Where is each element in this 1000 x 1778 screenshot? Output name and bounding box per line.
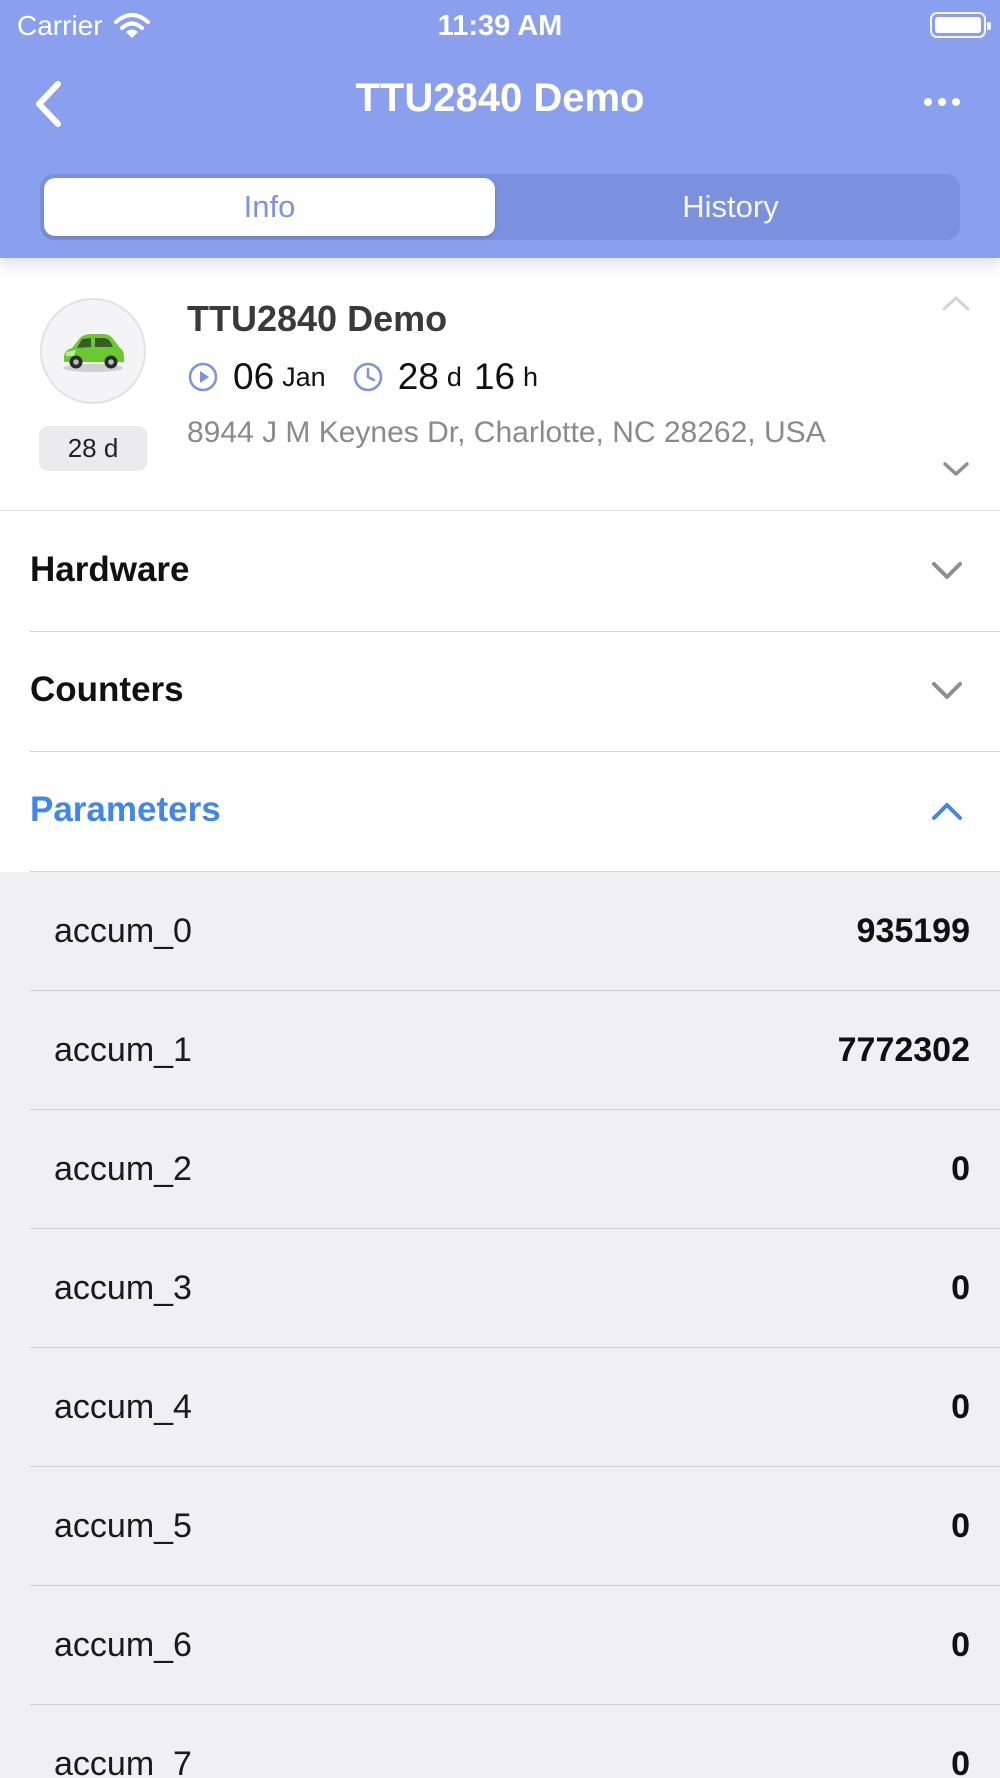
chevron-down-icon bbox=[932, 682, 962, 699]
parameter-name: accum_3 bbox=[54, 1269, 192, 1307]
parameter-name: accum_1 bbox=[54, 1031, 192, 1069]
section-parameters-title: Parameters bbox=[30, 790, 221, 829]
clock-icon bbox=[353, 362, 382, 392]
parameter-name: accum_0 bbox=[54, 912, 192, 950]
section-hardware[interactable]: Hardware bbox=[0, 512, 1000, 632]
tab-history[interactable]: History bbox=[505, 178, 956, 236]
parameter-name: accum_5 bbox=[54, 1507, 192, 1545]
parameter-name: accum_2 bbox=[54, 1150, 192, 1188]
duration-hours-unit: h bbox=[523, 361, 539, 392]
section-parameters[interactable]: Parameters bbox=[0, 752, 1000, 872]
parameter-value: 0 bbox=[951, 1388, 970, 1426]
parameter-row[interactable]: accum_7 0 bbox=[0, 1705, 1000, 1778]
parameter-row[interactable]: accum_3 0 bbox=[0, 1229, 1000, 1348]
duration-days: 28 bbox=[397, 356, 439, 397]
page-title: TTU2840 Demo bbox=[355, 76, 645, 120]
duration-days-unit: d bbox=[446, 361, 462, 392]
parameter-value: 0 bbox=[951, 1745, 970, 1778]
section-counters[interactable]: Counters bbox=[0, 632, 1000, 752]
parameter-value: 7772302 bbox=[837, 1031, 970, 1069]
car-icon bbox=[63, 334, 124, 372]
unit-meta: 06 Jan 28 d 16 h bbox=[187, 356, 538, 398]
play-circle-icon bbox=[188, 362, 218, 392]
chevron-down-icon[interactable] bbox=[940, 458, 972, 480]
tab-info[interactable]: Info bbox=[44, 178, 495, 236]
section-hardware-title: Hardware bbox=[30, 550, 190, 589]
more-options-button[interactable] bbox=[914, 82, 970, 122]
chevron-down-icon bbox=[932, 562, 962, 579]
nav-bar: TTU2840 Demo bbox=[0, 62, 1000, 144]
date-day: 06 bbox=[233, 356, 275, 397]
parameter-value: 935199 bbox=[856, 912, 970, 950]
avatar bbox=[40, 298, 146, 404]
parameter-value: 0 bbox=[951, 1269, 970, 1307]
status-bar: Carrier 11:39 AM bbox=[0, 0, 1000, 50]
age-badge: 28 d bbox=[39, 426, 147, 471]
section-counters-title: Counters bbox=[30, 670, 184, 709]
parameter-value: 0 bbox=[951, 1150, 970, 1188]
parameter-row[interactable]: accum_1 7772302 bbox=[0, 991, 1000, 1110]
parameter-row[interactable]: accum_0 935199 bbox=[0, 872, 1000, 991]
status-time: 11:39 AM bbox=[437, 10, 563, 42]
duration-hours: 16 bbox=[473, 356, 516, 397]
date-month: Jan bbox=[282, 361, 326, 392]
parameter-name: accum_4 bbox=[54, 1388, 192, 1426]
battery-icon bbox=[930, 12, 991, 38]
unit-address: 8944 J M Keynes Dr, Charlotte, NC 28262,… bbox=[187, 416, 826, 449]
segmented-control: Info History bbox=[40, 174, 960, 240]
parameter-value: 0 bbox=[951, 1626, 970, 1664]
parameter-name: accum_6 bbox=[54, 1626, 192, 1664]
parameter-row[interactable]: accum_4 0 bbox=[0, 1348, 1000, 1467]
unit-name: TTU2840 Demo bbox=[187, 298, 448, 339]
chevron-up-icon bbox=[932, 803, 962, 820]
parameter-row[interactable]: accum_6 0 bbox=[0, 1586, 1000, 1705]
parameter-row[interactable]: accum_2 0 bbox=[0, 1110, 1000, 1229]
chevron-up-icon[interactable] bbox=[938, 292, 974, 314]
header: Carrier 11:39 AM TTU2840 Demo Info Histo… bbox=[0, 0, 1000, 258]
unit-card[interactable]: 28 d TTU2840 Demo 06 Jan 28 d 16 h 8944 … bbox=[0, 258, 1000, 511]
parameters-list: accum_0 935199 accum_1 7772302 accum_2 0… bbox=[0, 872, 1000, 1778]
parameter-row[interactable]: accum_5 0 bbox=[0, 1467, 1000, 1586]
parameter-name: accum_7 bbox=[54, 1745, 192, 1778]
parameter-value: 0 bbox=[951, 1507, 970, 1545]
more-icon bbox=[924, 98, 932, 106]
